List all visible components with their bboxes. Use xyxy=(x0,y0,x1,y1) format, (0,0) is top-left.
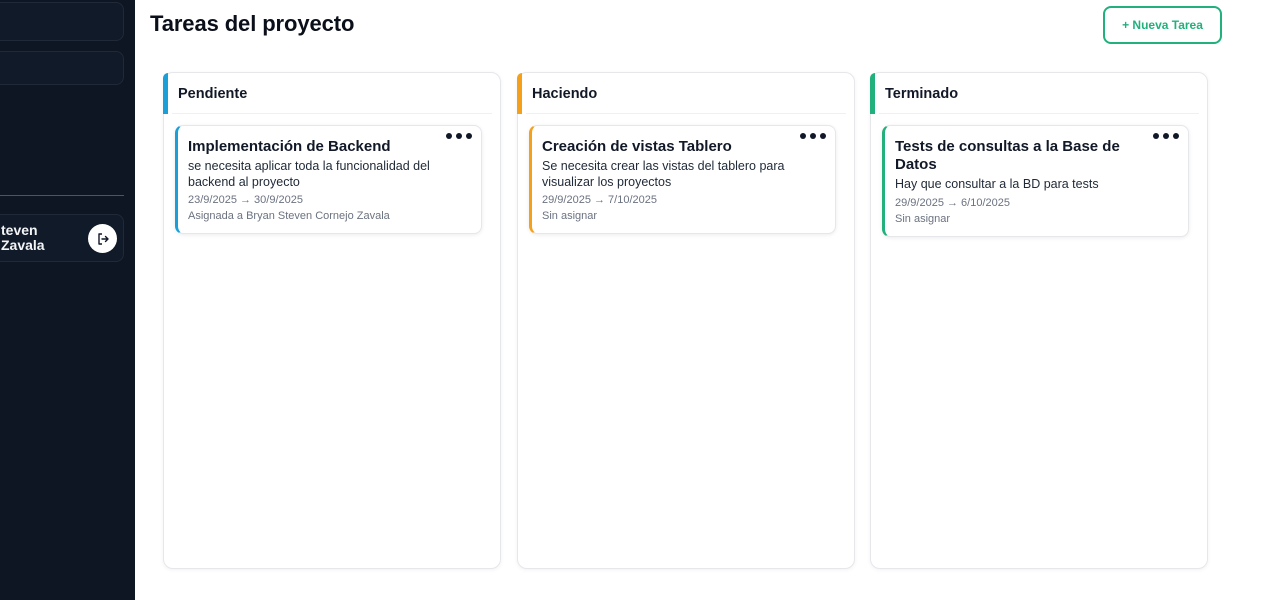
column-header: Pendiente xyxy=(163,73,500,114)
column-divider xyxy=(172,113,492,114)
more-horizontal-icon xyxy=(1163,133,1169,139)
card-menu-button[interactable] xyxy=(446,130,472,142)
task-description: Hay que consultar a la BD para tests xyxy=(895,177,1099,191)
new-task-button[interactable]: + Nueva Tarea xyxy=(1103,6,1222,44)
task-assignee: Asignada a Bryan Steven Cornejo Zavala xyxy=(188,210,390,222)
sidebar-nav-item[interactable] xyxy=(0,2,124,41)
task-title: Implementación de Backend xyxy=(188,138,391,155)
more-horizontal-icon xyxy=(810,133,816,139)
card-menu-button[interactable] xyxy=(800,130,826,142)
logout-button[interactable] xyxy=(88,224,117,253)
column-divider xyxy=(526,113,846,114)
more-horizontal-icon xyxy=(800,133,806,139)
column-accent xyxy=(163,73,168,114)
task-title: Tests de consultas a la Base de Datos xyxy=(895,138,1120,173)
task-card[interactable]: Implementación de Backend se necesita ap… xyxy=(175,125,482,234)
column-title: Haciendo xyxy=(532,86,598,102)
task-dates: 29/9/2025 → 7/10/2025 xyxy=(542,194,657,206)
task-dates: 29/9/2025 → 6/10/2025 xyxy=(895,196,1010,209)
user-panel: teven Zavala xyxy=(0,214,124,262)
column-header: Terminado xyxy=(870,73,1207,114)
column-divider xyxy=(879,113,1199,114)
sidebar-divider xyxy=(0,195,124,196)
column-accent xyxy=(870,73,875,114)
page-title: Tareas del proyecto xyxy=(150,11,355,36)
task-assignee: Sin asignar xyxy=(895,212,951,225)
more-horizontal-icon xyxy=(1153,133,1159,139)
task-description: Se necesita crear las vistas del tablero… xyxy=(542,159,785,189)
more-horizontal-icon xyxy=(446,133,452,139)
column-header: Haciendo xyxy=(517,73,854,114)
task-card[interactable]: Creación de vistas Tablero Se necesita c… xyxy=(529,125,836,234)
task-description: se necesita aplicar toda la funcionalida… xyxy=(188,159,430,189)
column-title: Pendiente xyxy=(178,86,248,102)
kanban-column-haciendo: Haciendo Creación de vistas Tablero Se n… xyxy=(517,72,855,569)
logout-icon xyxy=(97,232,109,245)
more-horizontal-icon xyxy=(456,133,462,139)
column-title: Terminado xyxy=(885,86,959,102)
task-title: Creación de vistas Tablero xyxy=(542,138,732,155)
card-menu-button[interactable] xyxy=(1153,130,1179,142)
more-horizontal-icon xyxy=(1173,133,1179,139)
task-card[interactable]: Tests de consultas a la Base de Datos Ha… xyxy=(882,125,1189,237)
more-horizontal-icon xyxy=(820,133,826,139)
column-accent xyxy=(517,73,522,114)
more-horizontal-icon xyxy=(466,133,472,139)
kanban-column-terminado: Terminado Tests de consultas a la Base d… xyxy=(870,72,1208,569)
kanban-column-pendiente: Pendiente Implementación de Backend se n… xyxy=(163,72,501,569)
task-dates: 23/9/2025 → 30/9/2025 xyxy=(188,194,303,206)
sidebar: teven Zavala xyxy=(0,0,135,600)
user-name: teven Zavala xyxy=(1,222,45,253)
sidebar-nav-item[interactable] xyxy=(0,51,124,85)
task-assignee: Sin asignar xyxy=(542,210,598,222)
